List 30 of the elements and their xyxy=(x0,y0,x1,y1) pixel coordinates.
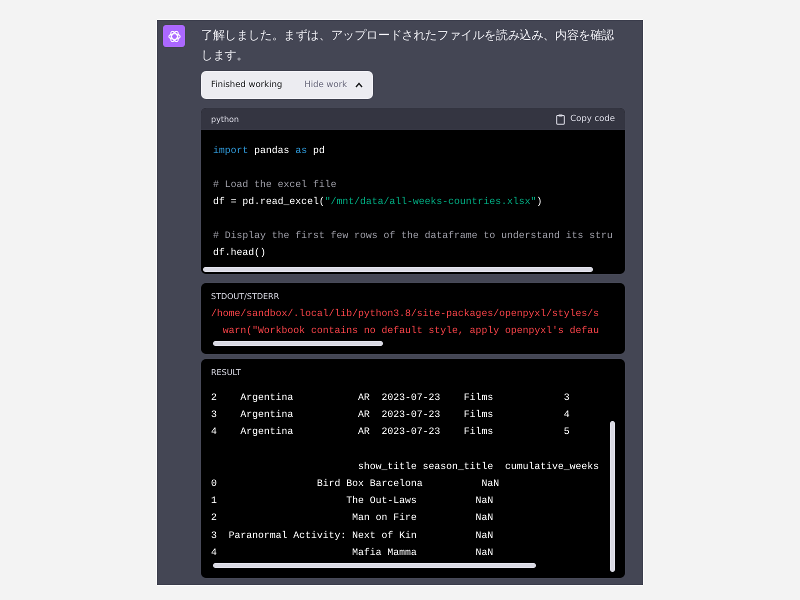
copy-code-button[interactable]: Copy code xyxy=(556,114,615,124)
error-line: /home/sandbox/.local/lib/python3.8/site-packages/openpyxl/styles/s xyxy=(211,307,600,321)
scrollbar[interactable] xyxy=(610,421,615,572)
logo-icon xyxy=(166,28,182,44)
scrollbar[interactable] xyxy=(203,267,594,272)
result-line: 1 The Out-Laws NaN xyxy=(211,494,494,508)
error-line: warn("Workbook contains no default style, apply openpyxl's defau xyxy=(222,324,600,338)
result-label: RESULT xyxy=(211,368,242,377)
message-text: 了解しました。まずは、アップロードされたファイルを読み込み、内容を確認します。 xyxy=(201,27,616,64)
scrollbar[interactable] xyxy=(213,341,383,346)
work-toggle-button[interactable]: Finished working Hide work xyxy=(201,71,373,99)
result-line: 3 Paranormal Activity: Next of Kin NaN xyxy=(211,528,494,543)
result-line: 2 Man on Fire NaN xyxy=(211,511,494,526)
code-line: import pandas as pd xyxy=(213,144,326,158)
result-line: 4 Mafia Mamma NaN xyxy=(211,546,494,560)
result-line: show_title season_title cumulative_weeks xyxy=(356,460,600,474)
scrollbar[interactable] xyxy=(213,563,536,568)
code-line: # Load the excel file xyxy=(213,178,338,192)
result-line: 2 Argentina AR 2023-07-23 Films 3 xyxy=(211,391,571,405)
result-line: 4 Argentina AR 2023-07-23 Films 5 xyxy=(211,425,571,440)
clipboard-icon xyxy=(556,114,566,124)
result-line: 3 Argentina AR 2023-07-23 Films 4 xyxy=(211,408,571,422)
code-line: # Display the first few rows of the dataframe to understand its stru xyxy=(213,229,613,243)
language-label: python xyxy=(211,114,239,124)
toggle-action: Hide work xyxy=(304,80,347,90)
output-label: STDOUT/STDERR xyxy=(211,292,280,301)
code-line: df.head() xyxy=(213,246,267,260)
result-line: 0 Bird Box Barcelona NaN xyxy=(211,477,500,491)
toggle-label: Finished working xyxy=(211,80,284,90)
code-line: df = pd.read_excel("/mnt/data/all-weeks-countries.xlsx") xyxy=(213,195,544,209)
